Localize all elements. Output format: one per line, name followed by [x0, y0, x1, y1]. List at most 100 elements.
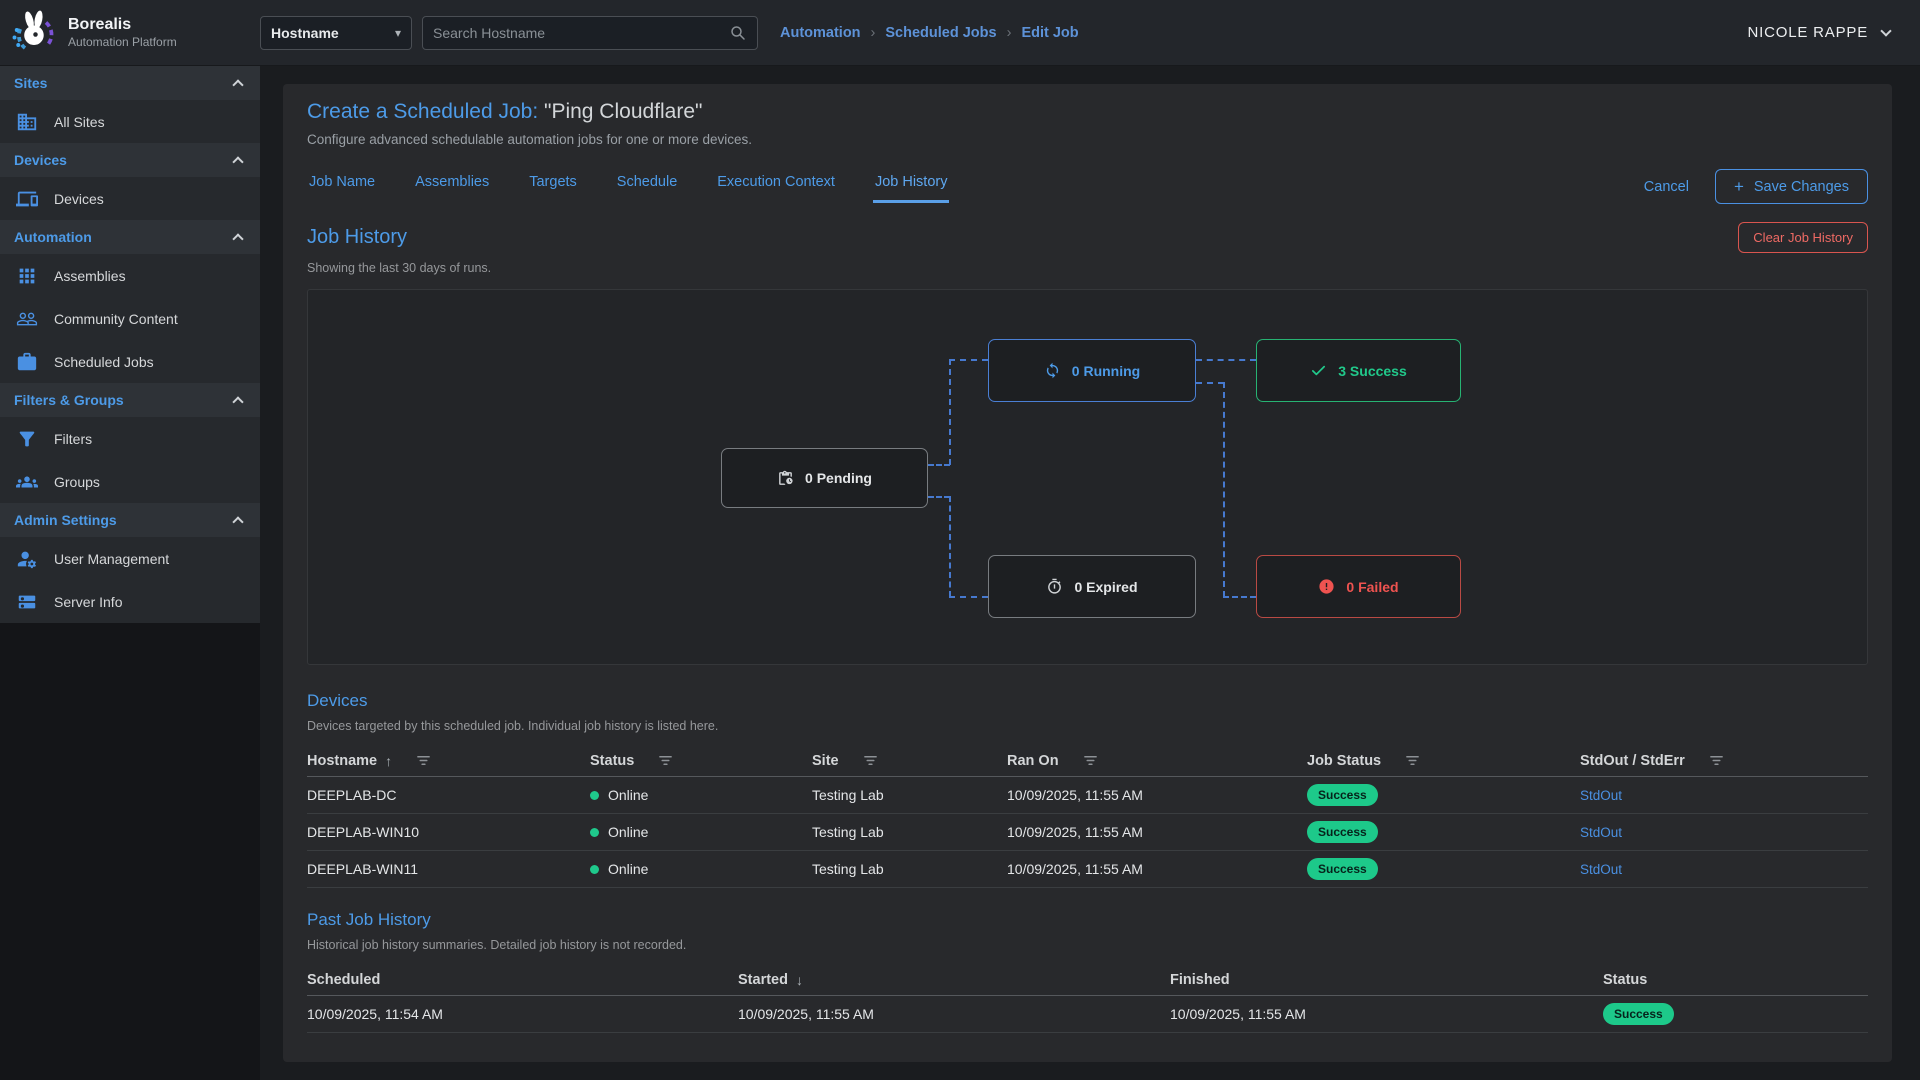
tabs-row: Job Name Assemblies Targets Schedule Exe…: [307, 169, 1868, 204]
plus-icon: +: [1734, 178, 1744, 195]
status-badge: Success: [1307, 821, 1378, 843]
sidebar-item-user-management[interactable]: User Management: [0, 537, 260, 580]
breadcrumb-automation[interactable]: Automation: [780, 25, 861, 41]
devices-table-header: Hostname ↑ Status Site Ran On: [307, 745, 1868, 777]
filter-menu-icon[interactable]: [1083, 753, 1098, 768]
tab-job-name[interactable]: Job Name: [307, 170, 377, 203]
search-icon[interactable]: [729, 24, 747, 42]
clear-job-history-button[interactable]: Clear Job History: [1738, 222, 1868, 253]
breadcrumb-scheduled-jobs[interactable]: Scheduled Jobs: [885, 25, 996, 41]
site-cell: Testing Lab: [812, 861, 1007, 877]
sidebar-item-assemblies[interactable]: Assemblies: [0, 254, 260, 297]
tab-execution-context[interactable]: Execution Context: [715, 170, 837, 203]
stdout-link[interactable]: StdOut: [1580, 862, 1622, 877]
ran-on-cell: 10/09/2025, 11:55 AM: [1007, 787, 1307, 803]
server-icon: [16, 591, 38, 613]
filter-menu-icon[interactable]: [1709, 753, 1724, 768]
filter-menu-icon[interactable]: [658, 753, 673, 768]
timer-icon: [1046, 578, 1063, 595]
site-cell: Testing Lab: [812, 824, 1007, 840]
hostname-filter-select[interactable]: Hostname ▾: [260, 16, 412, 50]
top-bar: Borealis Automation Platform Hostname ▾ …: [0, 0, 1920, 66]
sidebar-section-admin-settings[interactable]: Admin Settings: [0, 503, 260, 537]
sidebar-section-filters-groups[interactable]: Filters & Groups: [0, 383, 260, 417]
column-job-status[interactable]: Job Status: [1307, 753, 1580, 769]
brand-text: Borealis Automation Platform: [68, 16, 177, 48]
search-input[interactable]: [433, 25, 729, 41]
column-status[interactable]: Status: [590, 753, 812, 769]
sidebar-item-filters[interactable]: Filters: [0, 417, 260, 460]
clipboard-clock-icon: [777, 470, 794, 487]
breadcrumb-edit-job[interactable]: Edit Job: [1021, 25, 1078, 41]
past-job-history-description: Historical job history summaries. Detail…: [307, 938, 1868, 952]
user-menu[interactable]: NICOLE RAPPE: [1748, 24, 1920, 41]
tab-assemblies[interactable]: Assemblies: [413, 170, 491, 203]
column-site[interactable]: Site: [812, 753, 1007, 769]
hostname-cell: DEEPLAB-DC: [307, 787, 590, 803]
stdout-cell: StdOut: [1580, 788, 1868, 803]
past-job-row: 10/09/2025, 11:54 AM 10/09/2025, 11:55 A…: [307, 996, 1868, 1033]
brand-name: Borealis: [68, 16, 177, 34]
sidebar-item-community-content[interactable]: Community Content: [0, 297, 260, 340]
error-icon: [1318, 578, 1335, 595]
online-dot-icon: [590, 828, 599, 837]
sidebar-item-all-sites[interactable]: All Sites: [0, 100, 260, 143]
people-icon: [16, 308, 38, 330]
sync-icon: [1044, 362, 1061, 379]
cancel-button[interactable]: Cancel: [1644, 179, 1689, 195]
hostname-cell: DEEPLAB-WIN11: [307, 861, 590, 877]
started-cell: 10/09/2025, 11:55 AM: [738, 1006, 1170, 1022]
column-ran-on[interactable]: Ran On: [1007, 753, 1307, 769]
borealis-app: Borealis Automation Platform Hostname ▾ …: [0, 0, 1920, 1080]
success-status-box: 3 Success: [1256, 339, 1461, 402]
connector-line: [1223, 596, 1256, 598]
stdout-link[interactable]: StdOut: [1580, 788, 1622, 803]
brand-block: Borealis Automation Platform: [0, 9, 260, 57]
groups-icon: [16, 471, 38, 493]
check-icon: [1310, 362, 1327, 379]
column-finished[interactable]: Finished: [1170, 972, 1603, 988]
connector-line: [949, 359, 951, 465]
hostname-cell: DEEPLAB-WIN10: [307, 824, 590, 840]
tab-job-history[interactable]: Job History: [873, 170, 950, 203]
column-status[interactable]: Status: [1603, 972, 1868, 988]
sort-asc-icon: ↑: [385, 753, 392, 769]
job-status-cell: Success: [1307, 821, 1580, 843]
sidebar-item-groups[interactable]: Groups: [0, 460, 260, 503]
sidebar-section-devices[interactable]: Devices: [0, 143, 260, 177]
briefcase-icon: [16, 351, 38, 373]
site-cell: Testing Lab: [812, 787, 1007, 803]
filter-menu-icon[interactable]: [1405, 753, 1420, 768]
sidebar-section-sites[interactable]: Sites: [0, 66, 260, 100]
save-changes-button[interactable]: + Save Changes: [1715, 169, 1868, 204]
stdout-cell: StdOut: [1580, 862, 1868, 877]
devices-icon: [16, 188, 38, 210]
sidebar-section-automation[interactable]: Automation: [0, 220, 260, 254]
column-stdout-stderr[interactable]: StdOut / StdErr: [1580, 753, 1868, 769]
filter-menu-icon[interactable]: [416, 753, 431, 768]
borealis-rabbit-logo: [10, 9, 58, 57]
connector-line: [1223, 382, 1225, 597]
filter-menu-icon[interactable]: [863, 753, 878, 768]
content-card: Create a Scheduled Job: "Ping Cloudflare…: [283, 84, 1892, 1062]
column-scheduled[interactable]: Scheduled: [307, 972, 738, 988]
connector-line: [928, 464, 950, 466]
device-table-row: DEEPLAB-WIN11 Online Testing Lab 10/09/2…: [307, 851, 1868, 888]
user-gear-icon: [16, 548, 38, 570]
tab-schedule[interactable]: Schedule: [615, 170, 679, 203]
status-badge: Success: [1307, 858, 1378, 880]
job-status-cell: Success: [1307, 784, 1580, 806]
sidebar-item-scheduled-jobs[interactable]: Scheduled Jobs: [0, 340, 260, 383]
connector-line: [949, 596, 988, 598]
column-started[interactable]: Started ↓: [738, 972, 1170, 988]
ran-on-cell: 10/09/2025, 11:55 AM: [1007, 861, 1307, 877]
stdout-link[interactable]: StdOut: [1580, 825, 1622, 840]
past-table-header: Scheduled Started ↓ Finished Status: [307, 964, 1868, 996]
tab-targets[interactable]: Targets: [527, 170, 579, 203]
column-hostname[interactable]: Hostname ↑: [307, 753, 590, 769]
sidebar-item-devices[interactable]: Devices: [0, 177, 260, 220]
ran-on-cell: 10/09/2025, 11:55 AM: [1007, 824, 1307, 840]
connector-line: [1196, 382, 1224, 384]
grid-icon: [16, 265, 38, 287]
sidebar-item-server-info[interactable]: Server Info: [0, 580, 260, 623]
